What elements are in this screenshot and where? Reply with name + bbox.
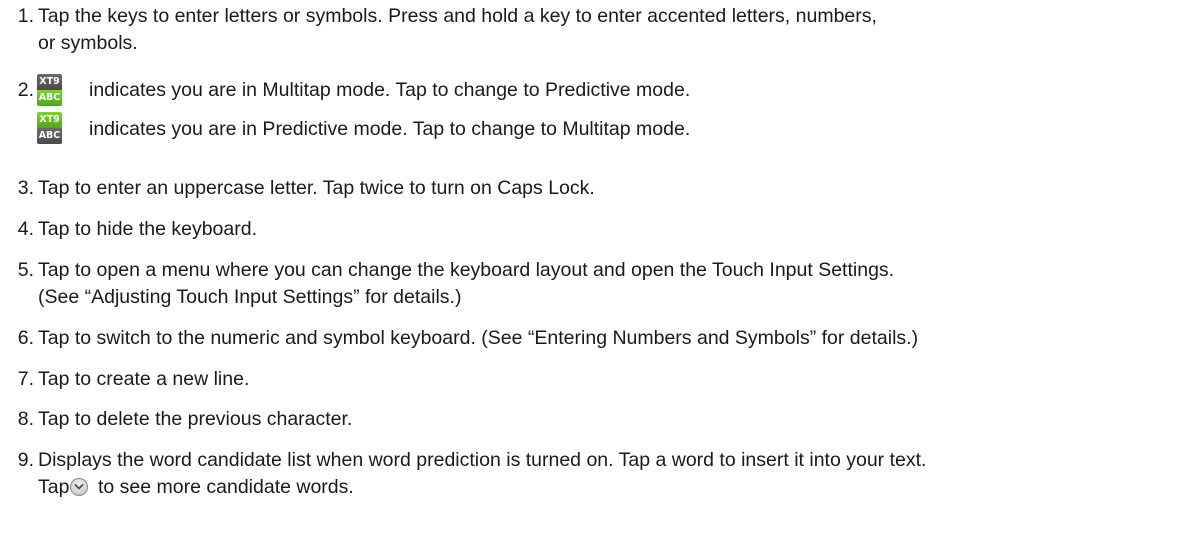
abc-label: ABC — [37, 128, 62, 144]
item-text: indicates you are in Multitap mode. Tap … — [89, 79, 691, 101]
expand-more-icon — [70, 478, 88, 496]
item-number: 8. — [17, 408, 34, 430]
item-number: 1. — [17, 5, 34, 27]
item-text-tap: Tap — [38, 476, 70, 498]
item-text: indicates you are in Predictive mode. Ta… — [89, 118, 691, 140]
abc-label: ABC — [37, 90, 62, 106]
xt9-label: XT9 — [37, 112, 62, 128]
item-number: 4. — [17, 218, 34, 240]
item-text: Tap to enter an uppercase letter. Tap tw… — [38, 177, 595, 199]
item-text: Tap to open a menu where you can change … — [38, 259, 895, 281]
item-number: 7. — [17, 368, 34, 390]
xt9-abc-predictive-icon: XT9 ABC — [37, 112, 62, 144]
item-text: Tap to switch to the numeric and symbol … — [38, 327, 919, 349]
item-text: Tap the keys to enter letters or symbols… — [38, 5, 877, 27]
item-number: 3. — [17, 177, 34, 199]
xt9-label: XT9 — [37, 74, 62, 90]
item-text-continued: to see more candidate words. — [98, 476, 354, 498]
xt9-abc-multitap-icon: XT9 ABC — [37, 74, 62, 106]
item-text-continued: or symbols. — [38, 32, 138, 54]
item-text: Tap to hide the keyboard. — [38, 218, 257, 240]
item-number: 9. — [17, 449, 34, 471]
item-text: Tap to delete the previous character. — [38, 408, 353, 430]
item-number: 5. — [17, 259, 34, 281]
item-text-continued: (See “Adjusting Touch Input Settings” fo… — [38, 286, 462, 308]
chevron-down-icon — [74, 483, 84, 490]
item-text: Tap to create a new line. — [38, 368, 250, 390]
item-number: 6. — [17, 327, 34, 349]
item-text: Displays the word candidate list when wo… — [38, 449, 927, 471]
item-number: 2. — [17, 79, 34, 101]
